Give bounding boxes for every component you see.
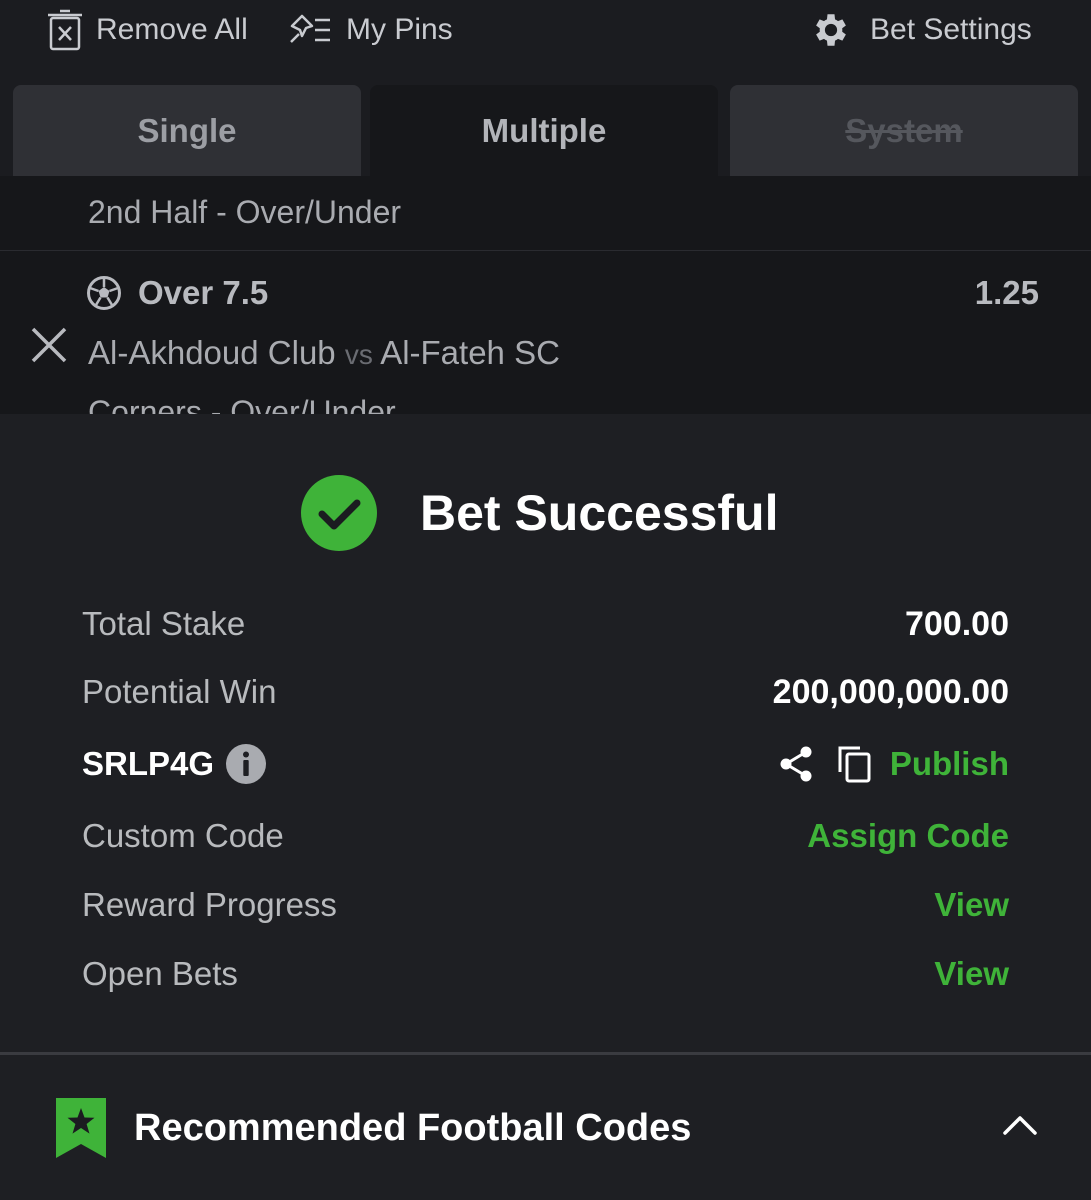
total-stake-value: 700.00 [905,604,1009,643]
selection-odds: 1.25 [974,274,1039,311]
total-stake-row: Total Stake 700.00 [82,600,1009,648]
bet-slip-list: 2nd Half - Over/Under Over 7.5 1.25 Al-A… [0,176,1091,416]
tab-multiple[interactable]: Multiple [370,85,718,176]
info-icon[interactable] [226,744,267,784]
custom-code-label: Custom Code [82,817,284,854]
bet-settings-button[interactable]: Bet Settings [810,8,1032,52]
home-team: Al-Akhdoud Club [88,334,336,371]
bet-type-tabs: Single Multiple System [0,78,1091,176]
reward-progress-view-link[interactable]: View [934,886,1009,924]
booking-code-group: SRLP4G [82,744,267,784]
share-icon[interactable] [778,745,814,783]
open-bets-label: Open Bets [82,955,238,992]
tab-single[interactable]: Single [13,85,361,176]
open-bets-row: Open Bets View [82,950,1009,998]
reward-progress-row: Reward Progress View [82,881,1009,929]
divider [0,1052,1091,1055]
bookmark-star-icon [56,1098,106,1158]
booking-code-row: SRLP4G Publish [82,740,1009,788]
total-stake-label: Total Stake [82,605,246,642]
success-header: Bet Successful [300,474,778,552]
remove-all-label: Remove All [96,13,248,46]
selection-row: Over 7.5 [86,273,268,313]
publish-button[interactable]: Publish [890,745,1009,783]
trash-icon [48,9,82,51]
potential-win-row: Potential Win 200,000,000.00 [82,668,1009,716]
remove-all-button[interactable]: Remove All [48,8,248,52]
my-pins-label: My Pins [346,13,453,46]
copy-icon[interactable] [836,744,872,784]
code-actions: Publish [778,744,1009,784]
pin-icon [290,14,330,43]
bet-settings-label: Bet Settings [870,13,1032,46]
potential-win-value: 200,000,000.00 [772,672,1009,711]
divider [0,250,1091,251]
open-bets-view-link[interactable]: View [934,955,1009,993]
my-pins-button[interactable]: My Pins [288,8,453,52]
check-circle-icon [301,475,377,551]
recommended-codes-header[interactable]: Recommended Football Codes [56,1098,691,1158]
potential-win-label: Potential Win [82,673,277,710]
selection-name: Over 7.5 [138,274,269,311]
booking-code: SRLP4G [82,745,215,782]
bet-slip-toolbar: Remove All My Pins Bet Settings [0,0,1091,78]
away-team: Al-Fateh SC [380,334,560,371]
football-icon [87,276,121,310]
bet-success-popup: Bet Successful Total Stake 700.00 Potent… [0,414,1091,1200]
custom-code-row: Custom Code Assign Code [82,812,1009,860]
success-title: Bet Successful [420,485,779,541]
gear-icon [816,14,846,46]
market-label: Corners - Over/Under [88,394,396,416]
previous-market-label: 2nd Half - Over/Under [88,194,402,230]
match-teams: Al-Akhdoud Club vs Al-Fateh SC [88,334,560,372]
vs-label: vs [344,339,373,370]
chevron-up-icon[interactable] [1002,1114,1038,1136]
reward-progress-label: Reward Progress [82,886,337,923]
assign-code-button[interactable]: Assign Code [807,817,1009,855]
recommended-codes-title: Recommended Football Codes [134,1106,692,1149]
close-icon[interactable] [29,325,69,365]
tab-system: System [730,85,1078,176]
